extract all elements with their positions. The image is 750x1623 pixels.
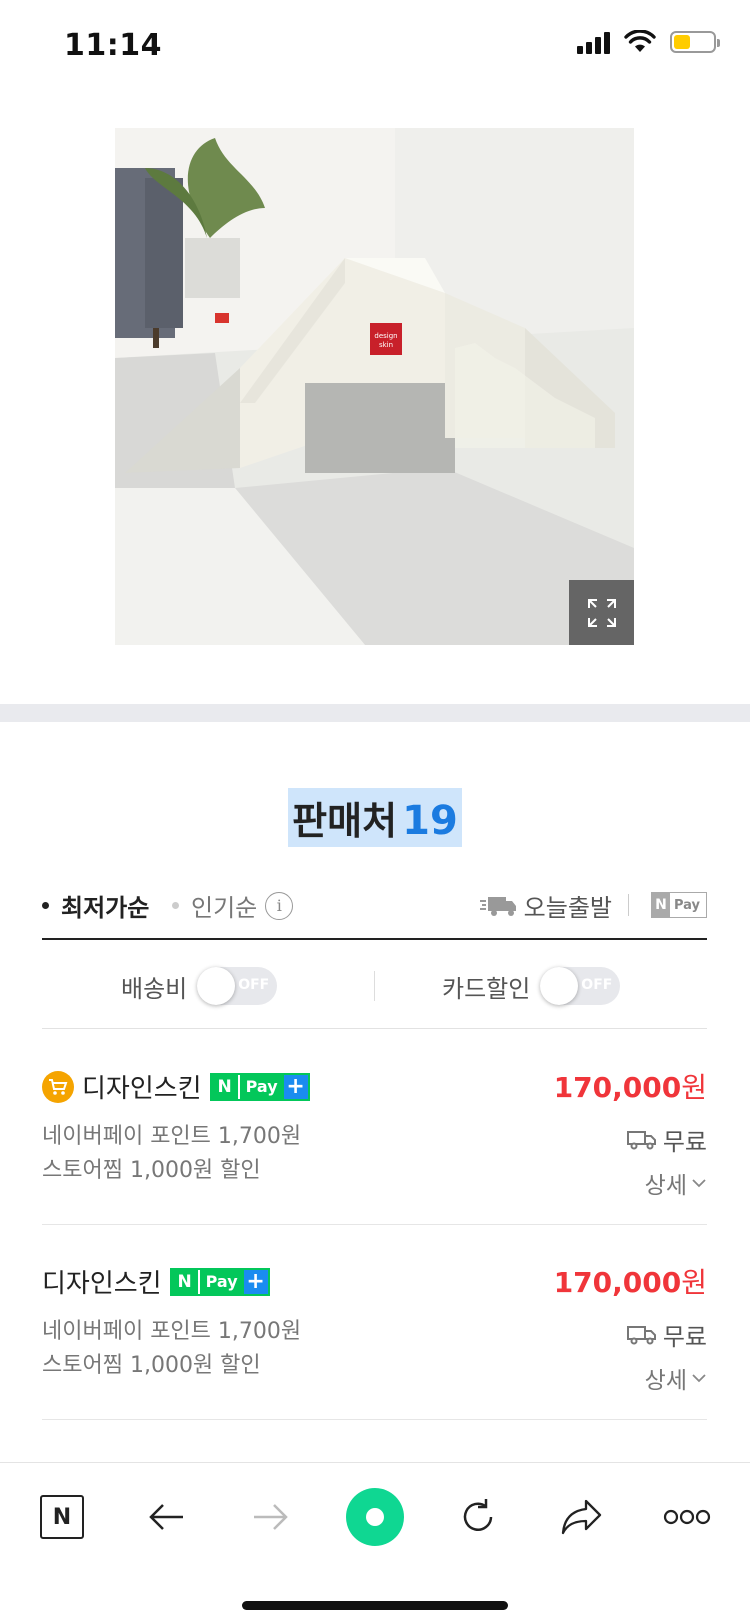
refresh-button[interactable]: [443, 1485, 513, 1549]
npay-n-logo: N: [211, 1074, 238, 1099]
green-dot-icon: [346, 1488, 404, 1546]
toggle-state: OFF: [238, 977, 270, 993]
sellers-title: 판매처 19: [0, 788, 750, 847]
shipping-fee-label: 배송비: [121, 974, 188, 1003]
plus-icon: +: [283, 1074, 308, 1099]
forward-button[interactable]: [235, 1485, 305, 1549]
sellers-title-highlight: 판매처 19: [288, 788, 462, 847]
section-divider: [0, 704, 750, 722]
filter-separator: [374, 971, 375, 1001]
product-image[interactable]: design skin: [115, 128, 634, 645]
active-dot-icon: [42, 902, 49, 909]
filter-row: 배송비 OFF 카드할인 OFF: [42, 945, 707, 1029]
browser-toolbar: N: [0, 1462, 750, 1623]
npay-n-logo: N: [171, 1269, 198, 1294]
card-discount-toggle[interactable]: OFF: [540, 967, 621, 1005]
home-indicator[interactable]: [242, 1601, 508, 1610]
plus-icon: +: [243, 1269, 268, 1294]
price-amount: 170,000: [553, 1266, 682, 1299]
delivery-truck-icon: [626, 1130, 656, 1149]
card-discount-filter: 카드할인 OFF: [442, 967, 621, 1005]
chevron-down-icon: [692, 1374, 706, 1383]
cart-icon: [42, 1070, 74, 1103]
seller-listing[interactable]: 디자인스킨 N Pay + 170,000원 네이버페이 포인트 1,700원 …: [42, 1225, 707, 1420]
toggle-state: OFF: [581, 977, 613, 993]
npay-plus-badge: N Pay +: [209, 1072, 310, 1101]
shipping-fee-text: 무료: [662, 1323, 707, 1351]
green-dot-button[interactable]: [340, 1485, 410, 1549]
status-icons: [577, 30, 720, 54]
store-discount-text: 스토어찜 1,000원 할인: [42, 1353, 261, 1378]
share-button[interactable]: [547, 1485, 617, 1549]
seller-name-row: 디자인스킨 N Pay +: [42, 1263, 270, 1300]
status-time: 11:14: [64, 28, 162, 63]
npay-pay-text: Pay: [197, 1269, 244, 1294]
npay-filter[interactable]: N Pay: [651, 892, 707, 918]
svg-text:skin: skin: [379, 341, 393, 349]
sellers-label: 판매처: [292, 799, 398, 843]
npay-label: Pay: [674, 897, 701, 913]
fullscreen-icon: [587, 598, 616, 627]
price-unit: 원: [681, 1071, 707, 1104]
price-amount: 170,000: [553, 1071, 682, 1104]
info-icon[interactable]: i: [265, 891, 294, 920]
more-icon: [663, 1509, 711, 1525]
sort-popular-label: 인기순: [191, 894, 258, 922]
more-button[interactable]: [652, 1485, 722, 1549]
detail-button[interactable]: 상세: [645, 1166, 707, 1200]
detail-label: 상세: [644, 1173, 687, 1199]
naver-home-button[interactable]: N: [27, 1485, 97, 1549]
sort-bar: 최저가순 인기순 i 오늘출발 N Pay: [42, 880, 707, 940]
seller-listing[interactable]: 디자인스킨 N Pay + 170,000원 네이버페이 포인트 1,700원 …: [42, 1030, 707, 1225]
detail-button[interactable]: 상세: [645, 1361, 707, 1395]
cellular-signal-icon: [577, 30, 610, 54]
price-unit: 원: [681, 1266, 707, 1299]
store-discount-text: 스토어찜 1,000원 할인: [42, 1158, 261, 1183]
today-ship-label: 오늘출발: [523, 894, 612, 922]
seller-name[interactable]: 디자인스킨: [82, 1068, 202, 1105]
sort-lowest-price-label: 최저가순: [61, 894, 150, 922]
brand-tag-text: design: [374, 332, 397, 340]
inactive-dot-icon: [172, 902, 179, 909]
npay-plus-badge: N Pay +: [169, 1267, 270, 1296]
price[interactable]: 170,000원: [554, 1066, 707, 1106]
naver-home-icon: N: [40, 1495, 84, 1539]
today-ship-filter[interactable]: 오늘출발: [479, 888, 612, 923]
npay-pay-text: Pay: [237, 1074, 284, 1099]
card-discount-label: 카드할인: [442, 974, 531, 1003]
shipping-info: 무료: [626, 1122, 707, 1157]
product-photo: design skin: [115, 128, 634, 645]
shipping-info: 무료: [626, 1317, 707, 1352]
refresh-icon: [463, 1499, 493, 1531]
sort-popular[interactable]: 인기순 i: [172, 888, 294, 923]
sort-separator: [628, 894, 629, 916]
back-button[interactable]: [132, 1485, 202, 1549]
price[interactable]: 170,000원: [554, 1261, 707, 1301]
npay-n-logo: N: [652, 893, 670, 917]
detail-label: 상세: [644, 1368, 687, 1394]
shipping-fee-text: 무료: [662, 1128, 707, 1156]
truck-icon: [479, 896, 516, 916]
shipping-fee-filter: 배송비 OFF: [121, 967, 278, 1005]
toggle-knob: [540, 967, 579, 1005]
delivery-truck-icon: [626, 1325, 656, 1344]
status-bar: 11:14: [0, 0, 750, 90]
npay-point-text: 네이버페이 포인트 1,700원: [42, 1319, 302, 1344]
sellers-count: 19: [402, 798, 458, 844]
npay-point-text: 네이버페이 포인트 1,700원: [42, 1124, 302, 1149]
wifi-icon: [624, 30, 656, 52]
battery-icon: [670, 31, 720, 53]
back-arrow-icon: [149, 1504, 183, 1530]
naver-logo-text: N: [52, 1504, 72, 1530]
sort-lowest-price[interactable]: 최저가순: [42, 888, 149, 923]
chevron-down-icon: [692, 1179, 706, 1188]
share-icon: [561, 1499, 602, 1535]
seller-name-row: 디자인스킨 N Pay +: [42, 1068, 310, 1105]
expand-image-button[interactable]: [569, 580, 634, 645]
shipping-fee-toggle[interactable]: OFF: [197, 967, 278, 1005]
forward-arrow-icon: [254, 1504, 288, 1530]
toggle-knob: [197, 967, 236, 1005]
seller-name[interactable]: 디자인스킨: [42, 1263, 162, 1300]
